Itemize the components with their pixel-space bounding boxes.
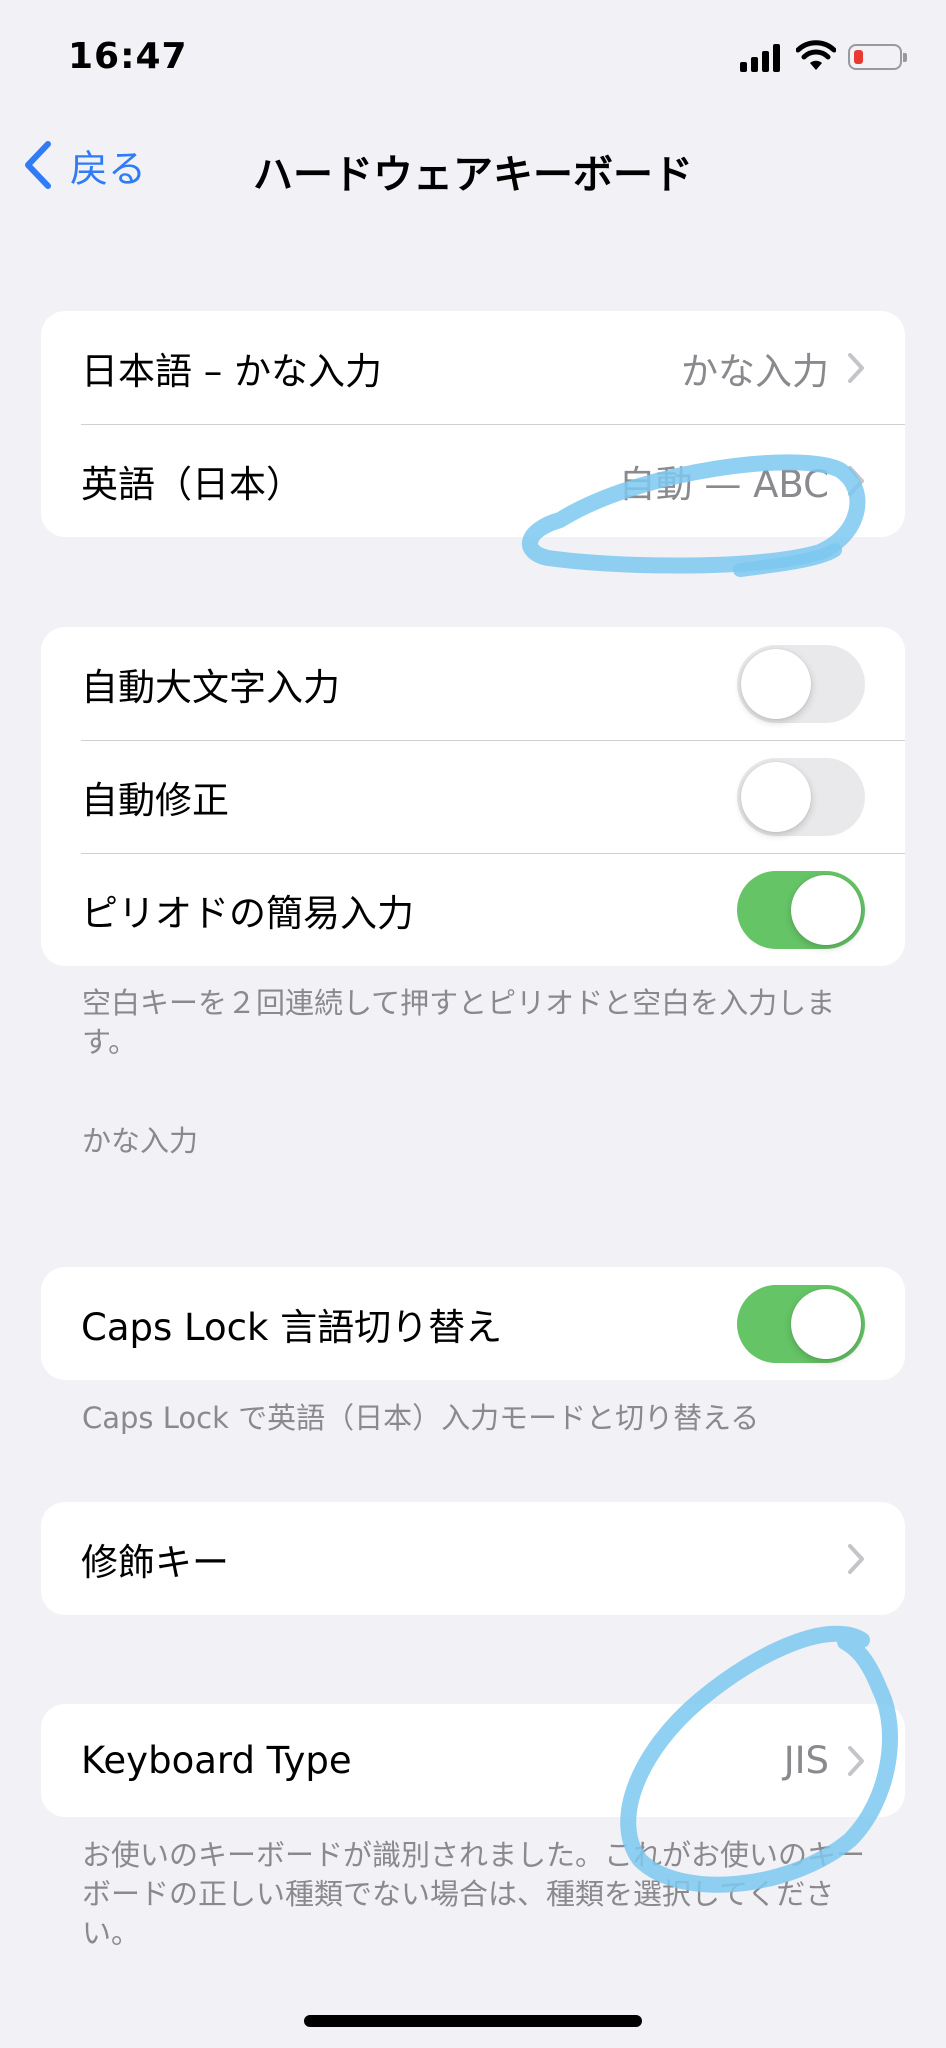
language-row-value: かな入力 [681, 349, 829, 393]
language-row-english-japan[interactable]: 英語（日本） 自動 — ABC [41, 424, 905, 537]
cellular-signal-icon [740, 44, 784, 72]
keyboard-type-label: Keyboard Type [81, 1739, 352, 1782]
capslock-footer: Caps Lock で英語（日本）入力モードと切り替える [82, 1401, 760, 1435]
modifier-group: 修飾キー [41, 1502, 905, 1615]
language-row-japanese-kana[interactable]: 日本語 – かな入力 かな入力 [41, 311, 905, 424]
status-time: 16:47 [68, 36, 188, 77]
keyboard-type-value: JIS [783, 1739, 829, 1782]
capslock-group: Caps Lock 言語切り替え [41, 1267, 905, 1380]
keyboard-type-footer: お使いのキーボードが識別されました。これがお使いのキーボードの正しい種類でない場… [82, 1838, 866, 1950]
period-shortcut-label: ピリオドの簡易入力 [81, 891, 414, 935]
capslock-row: Caps Lock 言語切り替え [41, 1267, 905, 1380]
auto-correction-label: 自動修正 [81, 778, 229, 822]
modifier-keys-row[interactable]: 修飾キー [41, 1502, 905, 1615]
page-title: ハードウェアキーボード [253, 152, 693, 198]
navigation-bar: 戻る ハードウェアキーボード [0, 120, 946, 210]
chevron-right-icon [848, 352, 864, 383]
language-row-label: 英語（日本） [81, 462, 303, 506]
auto-correction-row: 自動修正 [41, 740, 905, 853]
chevron-right-icon [848, 1745, 864, 1776]
auto-capitalization-row: 自動大文字入力 [41, 627, 905, 740]
period-shortcut-footer: 空白キーを２回連続して押すとピリオドと空白を入力します。 [82, 986, 836, 1059]
languages-group: 日本語 – かな入力 かな入力 英語（日本） 自動 — ABC [41, 311, 905, 537]
capslock-toggle[interactable] [737, 1284, 865, 1363]
battery-icon [848, 44, 907, 70]
input-settings-group: 自動大文字入力 自動修正 ピリオドの簡易入力 [41, 627, 905, 966]
language-row-value: 自動 — ABC [618, 462, 829, 506]
auto-capitalization-toggle[interactable] [737, 644, 865, 723]
chevron-right-icon [848, 1543, 864, 1574]
kana-section-header: かな入力 [82, 1124, 199, 1158]
home-indicator [304, 2015, 642, 2027]
chevron-right-icon [848, 465, 864, 496]
keyboard-type-row[interactable]: Keyboard Type JIS [41, 1704, 905, 1817]
keyboard-type-group: Keyboard Type JIS [41, 1704, 905, 1817]
auto-correction-toggle[interactable] [737, 757, 865, 836]
language-row-label: 日本語 – かな入力 [81, 349, 383, 393]
modifier-keys-label: 修飾キー [81, 1540, 229, 1584]
period-shortcut-row: ピリオドの簡易入力 [41, 853, 905, 966]
status-bar: 16:47 [0, 0, 946, 110]
period-shortcut-toggle[interactable] [737, 870, 865, 949]
capslock-label: Caps Lock 言語切り替え [81, 1305, 503, 1349]
auto-capitalization-label: 自動大文字入力 [81, 665, 340, 709]
wifi-icon [796, 40, 836, 70]
